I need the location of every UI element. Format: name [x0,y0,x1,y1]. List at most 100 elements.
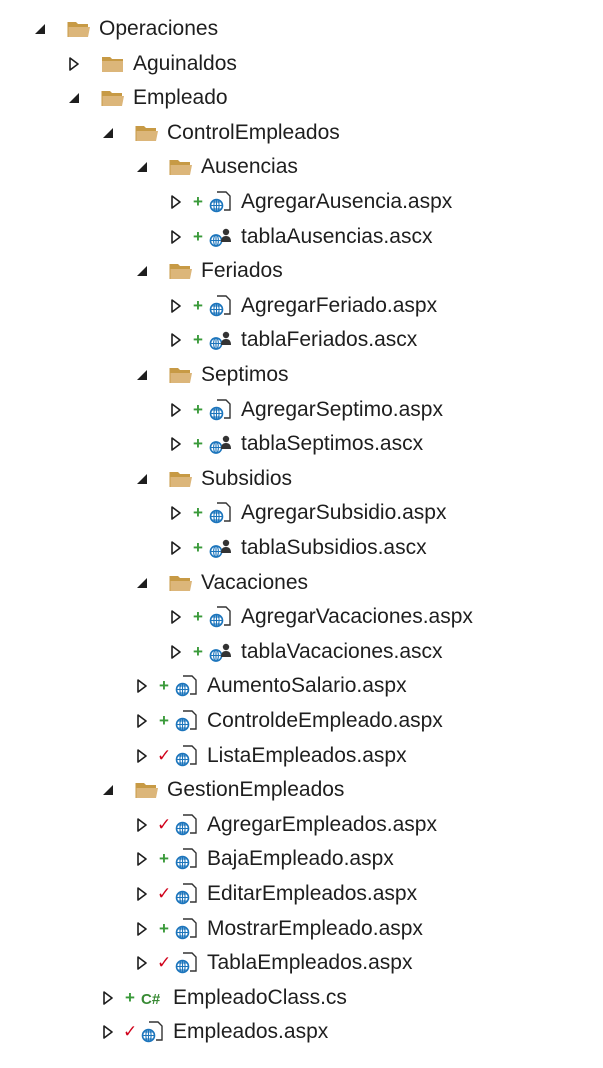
expanded-arrow-icon[interactable] [135,160,149,174]
collapsed-arrow-icon[interactable] [135,714,149,728]
pending-add-icon: + [193,192,203,211]
tree-item-label: tablaFeriados.ascx [241,328,418,352]
user-control-icon [209,433,233,455]
tree-item-listaempleados-aspx[interactable]: ✓ ListaEmpleados.aspx [0,739,603,773]
folder-open-icon [67,18,91,40]
collapsed-arrow-icon[interactable] [135,921,149,936]
tree-item-label: AgregarFeriado.aspx [241,293,438,317]
collapsed-arrow-icon[interactable] [67,56,81,71]
tree-item-empleado[interactable]: Empleado [0,81,603,115]
tree-item-label: ControldeEmpleado.aspx [207,709,443,732]
tree-item-gestionempleados[interactable]: GestionEmpleados [0,773,603,807]
tree-item-tablasubsidios-ascx[interactable]: + tablaSubsidios.ascx [0,531,603,565]
tree-item-controlempleados[interactable]: ControlEmpleados [0,116,603,150]
folder-open-icon [169,156,193,178]
folder-open-icon [101,87,125,109]
tree-item-bajaempleado-aspx[interactable]: + BajaEmpleado.aspx [0,842,603,876]
tree-item-agregarferiado-aspx[interactable]: + AgregarFeriado.aspx [0,289,603,323]
user-control-icon [209,537,233,559]
tree-item-tablaseptimos-ascx[interactable]: + tablaSeptimos.ascx [0,427,603,461]
tree-item-feriados[interactable]: Feriados [0,254,603,288]
collapsed-arrow-icon[interactable] [101,990,115,1005]
tree-item-tablaausencias-ascx[interactable]: + tablaAusencias.ascx [0,220,603,254]
expanded-arrow-icon[interactable] [135,472,149,486]
user-control-icon [209,641,233,663]
collapsed-arrow-icon[interactable] [169,298,183,313]
collapsed-arrow-icon[interactable] [135,887,149,901]
collapsed-arrow-icon[interactable] [169,195,183,209]
user-control-icon [209,226,233,248]
tree-item-editarempleados-aspx[interactable]: ✓ EditarEmpleados.aspx [0,877,603,911]
tree-item-agregarempleados-aspx[interactable]: ✓ AgregarEmpleados.aspx [0,808,603,842]
collapsed-arrow-icon[interactable] [169,644,183,659]
aspx-page-icon [175,744,199,767]
tree-item-vacaciones[interactable]: Vacaciones [0,566,603,600]
tree-item-mostrarempleado-aspx[interactable]: + MostrarEmpleado.aspx [0,912,603,946]
checked-in-icon: ✓ [157,814,172,834]
pending-add-icon: + [193,295,203,315]
tree-item-septimos[interactable]: Septimos [0,358,603,392]
tree-item-agregarseptimo-aspx[interactable]: + AgregarSeptimo.aspx [0,393,603,427]
tree-item-tablaempleados-aspx[interactable]: ✓ TablaEmpleados.aspx [0,946,603,980]
collapsed-arrow-icon[interactable] [169,402,183,417]
expanded-arrow-icon[interactable] [135,576,149,590]
folder-open-icon [135,122,159,144]
tree-item-empleadoclass-cs[interactable]: + C# EmpleadoClass.cs [0,981,603,1015]
collapsed-arrow-icon[interactable] [135,817,149,832]
tree-item-agregarvacaciones-aspx[interactable]: + AgregarVacaciones.aspx [0,600,603,634]
collapsed-arrow-icon[interactable] [169,506,183,521]
collapsed-arrow-icon[interactable] [169,610,183,624]
tree-item-label: MostrarEmpleado.aspx [207,916,423,940]
csharp-file-icon: C# [141,987,165,1009]
tree-item-subsidios[interactable]: Subsidios [0,462,603,496]
tree-item-label: EmpleadoClass.cs [173,985,347,1009]
aspx-page-icon [209,295,233,317]
checked-in-icon: ✓ [157,953,172,973]
folder-closed-icon [101,53,125,75]
tree-item-label: TablaEmpleados.aspx [207,951,413,975]
tree-item-aumentosalario-aspx[interactable]: + AumentoSalario.aspx [0,669,603,703]
tree-item-tablavacaciones-ascx[interactable]: + tablaVacaciones.ascx [0,635,603,669]
collapsed-arrow-icon[interactable] [169,333,183,348]
collapsed-arrow-icon[interactable] [169,541,183,555]
tree-item-label: ControlEmpleados [167,120,340,144]
folder-open-icon [169,364,193,386]
tree-item-label: Feriados [201,259,283,283]
tree-item-tablaferiados-ascx[interactable]: + tablaFeriados.ascx [0,323,603,357]
expanded-arrow-icon[interactable] [67,91,81,105]
tree-item-controldeempleado-aspx[interactable]: + ControldeEmpleado.aspx [0,704,603,738]
tree-item-operaciones[interactable]: Operaciones [0,12,603,46]
tree-item-agregarausencia-aspx[interactable]: + AgregarAusencia.aspx [0,185,603,219]
expanded-arrow-icon[interactable] [33,22,47,36]
expanded-arrow-icon[interactable] [101,783,115,797]
folder-open-icon [169,468,193,490]
expanded-arrow-icon[interactable] [101,126,115,140]
folder-open-icon [169,572,193,594]
tree-item-label: AgregarVacaciones.aspx [241,605,473,629]
pending-add-icon: + [193,607,203,627]
tree-item-label: AgregarAusencia.aspx [241,190,453,213]
collapsed-arrow-icon[interactable] [135,956,149,970]
tree-item-label: tablaVacaciones.ascx [241,639,443,663]
expanded-arrow-icon[interactable] [135,368,149,382]
aspx-page-icon [175,675,199,697]
collapsed-arrow-icon[interactable] [135,748,149,763]
tree-item-label: ListaEmpleados.aspx [207,743,407,767]
tree-item-label: AgregarSeptimo.aspx [241,397,443,421]
tree-item-label: Vacaciones [201,570,309,594]
collapsed-arrow-icon[interactable] [135,679,149,694]
collapsed-arrow-icon[interactable] [135,852,149,867]
tree-item-aguinaldos[interactable]: Aguinaldos [0,47,603,81]
pending-add-icon: + [159,918,169,938]
tree-item-agregarsubsidio-aspx[interactable]: + AgregarSubsidio.aspx [0,496,603,530]
folder-open-icon [135,779,159,801]
expanded-arrow-icon[interactable] [135,264,149,278]
collapsed-arrow-icon[interactable] [101,1025,115,1040]
pending-add-icon: + [193,434,203,454]
tree-item-ausencias[interactable]: Ausencias [0,150,603,184]
pending-add-icon: + [193,226,203,246]
solution-explorer-tree: Operaciones Aguinaldos Empleado ControlE… [0,0,603,1068]
tree-item-empleados-aspx[interactable]: ✓ Empleados.aspx [0,1015,603,1049]
collapsed-arrow-icon[interactable] [169,437,183,451]
collapsed-arrow-icon[interactable] [169,229,183,244]
